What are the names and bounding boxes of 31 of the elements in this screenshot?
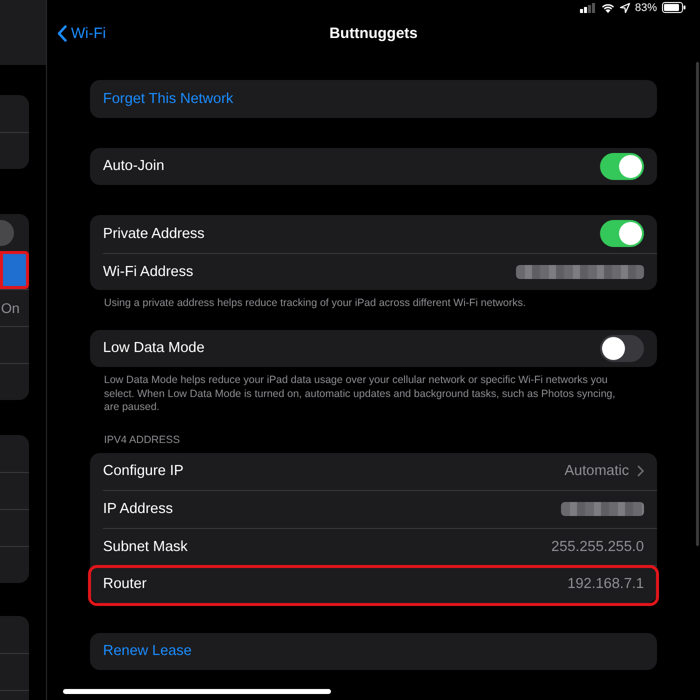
section-footer: Using a private address helps reduce tracking of your iPad across different Wi-Fi networks. [90,290,657,310]
page-title: Buttnuggets [329,24,418,42]
action-link[interactable]: Forget This Network [103,90,644,107]
row-label: Router [103,576,148,592]
section-footer: Low Data Mode helps reduce your iPad data usage over your cellular network or specific Wi-Fi networks you select. When Low Data Mode is turned on, automatic updates and background tasks, such as Photos syncing, are paused. [90,367,657,414]
chevron-right-icon [637,465,644,478]
row-label: Low Data Mode [103,340,206,356]
toggle-switch[interactable] [600,152,644,180]
toggle-switch[interactable] [600,334,644,362]
row-label: Private Address [103,226,206,242]
action-link[interactable]: Renew Lease [103,643,644,660]
toggle-switch[interactable] [0,220,14,246]
location-icon [620,2,630,13]
row-value: 255.255.255.0 [551,538,644,555]
back-button[interactable]: Wi-Fi [57,24,106,42]
row-label: Wi-Fi Address [103,264,194,280]
chevron-left-icon [57,24,67,42]
row-value: 192.168.7.1 [567,576,644,592]
signal-icon [580,2,596,13]
wifi-icon [600,2,615,13]
battery-icon [662,2,686,14]
row-label: Subnet Mask [103,538,189,555]
row-label: IP Address [103,501,174,518]
section-header: IPV4 ADDRESS [103,434,181,448]
battery-percent: 83% [634,2,657,14]
row-label: Auto-Join [103,158,166,174]
row-label: Configure IP [103,463,185,480]
row-value: Automatic [564,463,629,480]
toggle-switch[interactable] [600,220,644,248]
row-value: On [1,300,20,316]
sidebar-header [0,0,46,65]
